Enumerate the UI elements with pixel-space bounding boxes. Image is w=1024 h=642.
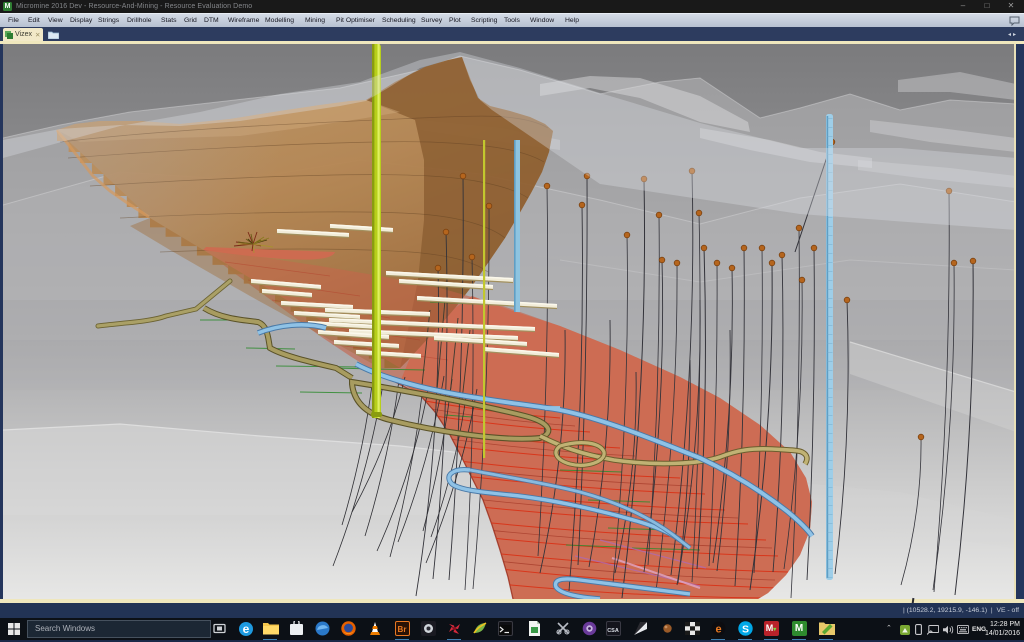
svg-text:e: e	[715, 624, 721, 636]
svg-text:e: e	[242, 622, 249, 636]
svg-text:S: S	[741, 624, 748, 636]
